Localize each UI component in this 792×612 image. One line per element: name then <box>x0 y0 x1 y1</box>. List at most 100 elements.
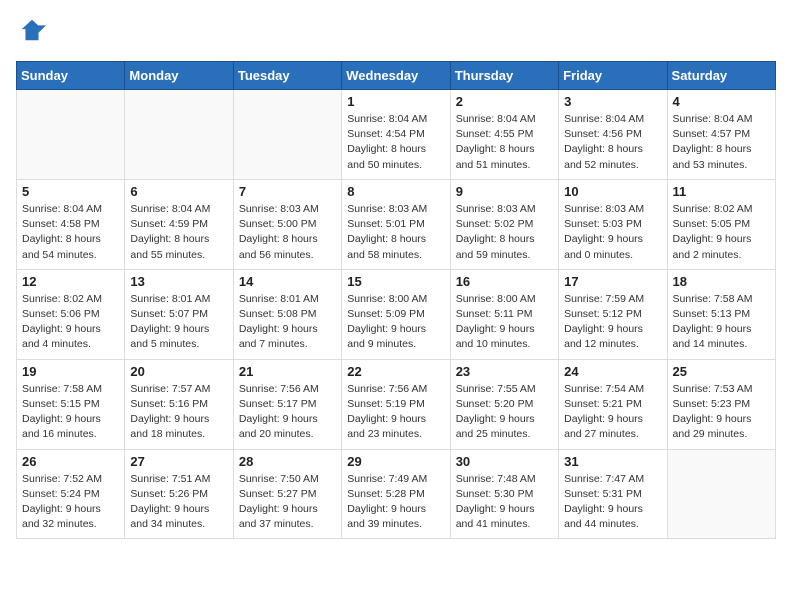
day-info: Sunrise: 8:03 AMSunset: 5:03 PMDaylight:… <box>564 202 661 263</box>
day-info: Sunrise: 7:54 AMSunset: 5:21 PMDaylight:… <box>564 382 661 443</box>
day-number: 16 <box>456 274 553 289</box>
day-number: 11 <box>673 184 770 199</box>
calendar-cell: 15 Sunrise: 8:00 AMSunset: 5:09 PMDayligh… <box>342 269 450 359</box>
day-number: 3 <box>564 94 661 109</box>
calendar-cell: 31Sunrise: 7:47 AMSunset: 5:31 PMDayligh… <box>559 449 667 539</box>
day-info: Sunrise: 8:04 AMSunset: 4:57 PMDaylight:… <box>673 112 770 173</box>
day-number: 13 <box>130 274 227 289</box>
day-info: Sunrise: 8:03 AMSunset: 5:01 PMDaylight:… <box>347 202 444 263</box>
calendar-cell: 22 Sunrise: 7:56 AMSunset: 5:19 PMDayligh… <box>342 359 450 449</box>
day-number: 14 <box>239 274 336 289</box>
calendar-cell: 1Sunrise: 8:04 AMSunset: 4:54 PMDaylight… <box>342 90 450 180</box>
week-row-5: 26 Sunrise: 7:52 AMSunset: 5:24 PMDayligh… <box>17 449 776 539</box>
calendar-cell: 3Sunrise: 8:04 AMSunset: 4:56 PMDaylight… <box>559 90 667 180</box>
calendar-cell: 23 Sunrise: 7:55 AMSunset: 5:20 PMDayligh… <box>450 359 558 449</box>
day-number: 29 <box>347 454 444 469</box>
day-number: 8 <box>347 184 444 199</box>
day-info: Sunrise: 7:56 AMSunset: 5:19 PMDaylight:… <box>347 382 444 443</box>
day-info: Sunrise: 7:55 AMSunset: 5:20 PMDaylight:… <box>456 382 553 443</box>
day-number: 22 <box>347 364 444 379</box>
day-number: 28 <box>239 454 336 469</box>
day-info: Sunrise: 8:01 AMSunset: 5:08 PMDaylight:… <box>239 292 336 353</box>
day-number: 15 <box>347 274 444 289</box>
day-info: Sunrise: 7:51 AMSunset: 5:26 PMDaylight:… <box>130 472 227 533</box>
day-number: 27 <box>130 454 227 469</box>
day-number: 21 <box>239 364 336 379</box>
day-info: Sunrise: 7:50 AMSunset: 5:27 PMDaylight:… <box>239 472 336 533</box>
day-info: Sunrise: 8:04 AMSunset: 4:55 PMDaylight:… <box>456 112 553 173</box>
day-info: Sunrise: 7:49 AMSunset: 5:28 PMDaylight:… <box>347 472 444 533</box>
day-info: Sunrise: 7:52 AMSunset: 5:24 PMDaylight:… <box>22 472 119 533</box>
day-info: Sunrise: 7:56 AMSunset: 5:17 PMDaylight:… <box>239 382 336 443</box>
calendar-cell: 6Sunrise: 8:04 AMSunset: 4:59 PMDaylight… <box>125 179 233 269</box>
weekday-header-friday: Friday <box>559 62 667 90</box>
calendar-cell: 19 Sunrise: 7:58 AMSunset: 5:15 PMDayligh… <box>17 359 125 449</box>
week-row-2: 5 Sunrise: 8:04 AMSunset: 4:58 PMDaylight… <box>17 179 776 269</box>
day-info: Sunrise: 7:48 AMSunset: 5:30 PMDaylight:… <box>456 472 553 533</box>
day-info: Sunrise: 8:00 AMSunset: 5:09 PMDaylight:… <box>347 292 444 353</box>
calendar-cell: 27 Sunrise: 7:51 AMSunset: 5:26 PMDayligh… <box>125 449 233 539</box>
day-number: 23 <box>456 364 553 379</box>
day-info: Sunrise: 7:58 AMSunset: 5:13 PMDaylight:… <box>673 292 770 353</box>
calendar-cell: 8 Sunrise: 8:03 AMSunset: 5:01 PMDaylight… <box>342 179 450 269</box>
calendar-cell: 30 Sunrise: 7:48 AMSunset: 5:30 PMDayligh… <box>450 449 558 539</box>
day-number: 12 <box>22 274 119 289</box>
day-number: 7 <box>239 184 336 199</box>
calendar-cell: 18 Sunrise: 7:58 AMSunset: 5:13 PMDayligh… <box>667 269 775 359</box>
weekday-header-monday: Monday <box>125 62 233 90</box>
calendar-cell <box>667 449 775 539</box>
day-number: 10 <box>564 184 661 199</box>
calendar-cell: 16 Sunrise: 8:00 AMSunset: 5:11 PMDayligh… <box>450 269 558 359</box>
day-number: 18 <box>673 274 770 289</box>
calendar-cell: 11 Sunrise: 8:02 AMSunset: 5:05 PMDayligh… <box>667 179 775 269</box>
day-number: 2 <box>456 94 553 109</box>
calendar-cell <box>125 90 233 180</box>
day-number: 30 <box>456 454 553 469</box>
weekday-header-sunday: Sunday <box>17 62 125 90</box>
calendar-cell: 29 Sunrise: 7:49 AMSunset: 5:28 PMDayligh… <box>342 449 450 539</box>
week-row-3: 12 Sunrise: 8:02 AMSunset: 5:06 PMDayligh… <box>17 269 776 359</box>
calendar-cell: 25 Sunrise: 7:53 AMSunset: 5:23 PMDayligh… <box>667 359 775 449</box>
weekday-header-thursday: Thursday <box>450 62 558 90</box>
logo-icon <box>18 16 46 44</box>
calendar-cell: 13 Sunrise: 8:01 AMSunset: 5:07 PMDayligh… <box>125 269 233 359</box>
day-info: Sunrise: 7:59 AMSunset: 5:12 PMDaylight:… <box>564 292 661 353</box>
day-number: 19 <box>22 364 119 379</box>
calendar-cell: 21 Sunrise: 7:56 AMSunset: 5:17 PMDayligh… <box>233 359 341 449</box>
day-info: Sunrise: 7:53 AMSunset: 5:23 PMDaylight:… <box>673 382 770 443</box>
calendar-cell: 7 Sunrise: 8:03 AMSunset: 5:00 PMDaylight… <box>233 179 341 269</box>
day-number: 1 <box>347 94 444 109</box>
week-row-1: 1Sunrise: 8:04 AMSunset: 4:54 PMDaylight… <box>17 90 776 180</box>
calendar-cell: 20 Sunrise: 7:57 AMSunset: 5:16 PMDayligh… <box>125 359 233 449</box>
day-info: Sunrise: 8:03 AMSunset: 5:02 PMDaylight:… <box>456 202 553 263</box>
day-info: Sunrise: 8:01 AMSunset: 5:07 PMDaylight:… <box>130 292 227 353</box>
calendar-cell: 10 Sunrise: 8:03 AMSunset: 5:03 PMDayligh… <box>559 179 667 269</box>
calendar-cell: 17Sunrise: 7:59 AMSunset: 5:12 PMDayligh… <box>559 269 667 359</box>
weekday-header-row: SundayMondayTuesdayWednesdayThursdayFrid… <box>17 62 776 90</box>
calendar-cell: 9 Sunrise: 8:03 AMSunset: 5:02 PMDaylight… <box>450 179 558 269</box>
day-number: 6 <box>130 184 227 199</box>
calendar-cell: 24 Sunrise: 7:54 AMSunset: 5:21 PMDayligh… <box>559 359 667 449</box>
calendar-table: SundayMondayTuesdayWednesdayThursdayFrid… <box>16 61 776 539</box>
day-number: 24 <box>564 364 661 379</box>
calendar-cell: 12 Sunrise: 8:02 AMSunset: 5:06 PMDayligh… <box>17 269 125 359</box>
day-info: Sunrise: 7:58 AMSunset: 5:15 PMDaylight:… <box>22 382 119 443</box>
weekday-header-tuesday: Tuesday <box>233 62 341 90</box>
day-info: Sunrise: 8:02 AMSunset: 5:05 PMDaylight:… <box>673 202 770 263</box>
day-info: Sunrise: 7:57 AMSunset: 5:16 PMDaylight:… <box>130 382 227 443</box>
day-info: Sunrise: 8:02 AMSunset: 5:06 PMDaylight:… <box>22 292 119 353</box>
day-info: Sunrise: 8:04 AMSunset: 4:58 PMDaylight:… <box>22 202 119 263</box>
day-info: Sunrise: 8:00 AMSunset: 5:11 PMDaylight:… <box>456 292 553 353</box>
day-number: 9 <box>456 184 553 199</box>
day-number: 20 <box>130 364 227 379</box>
calendar-cell: 4 Sunrise: 8:04 AMSunset: 4:57 PMDaylight… <box>667 90 775 180</box>
day-number: 25 <box>673 364 770 379</box>
calendar-cell: 5 Sunrise: 8:04 AMSunset: 4:58 PMDaylight… <box>17 179 125 269</box>
day-info: Sunrise: 8:03 AMSunset: 5:00 PMDaylight:… <box>239 202 336 263</box>
day-number: 31 <box>564 454 661 469</box>
day-number: 4 <box>673 94 770 109</box>
day-number: 26 <box>22 454 119 469</box>
page-header <box>16 16 776 49</box>
calendar-cell: 2 Sunrise: 8:04 AMSunset: 4:55 PMDaylight… <box>450 90 558 180</box>
day-number: 5 <box>22 184 119 199</box>
